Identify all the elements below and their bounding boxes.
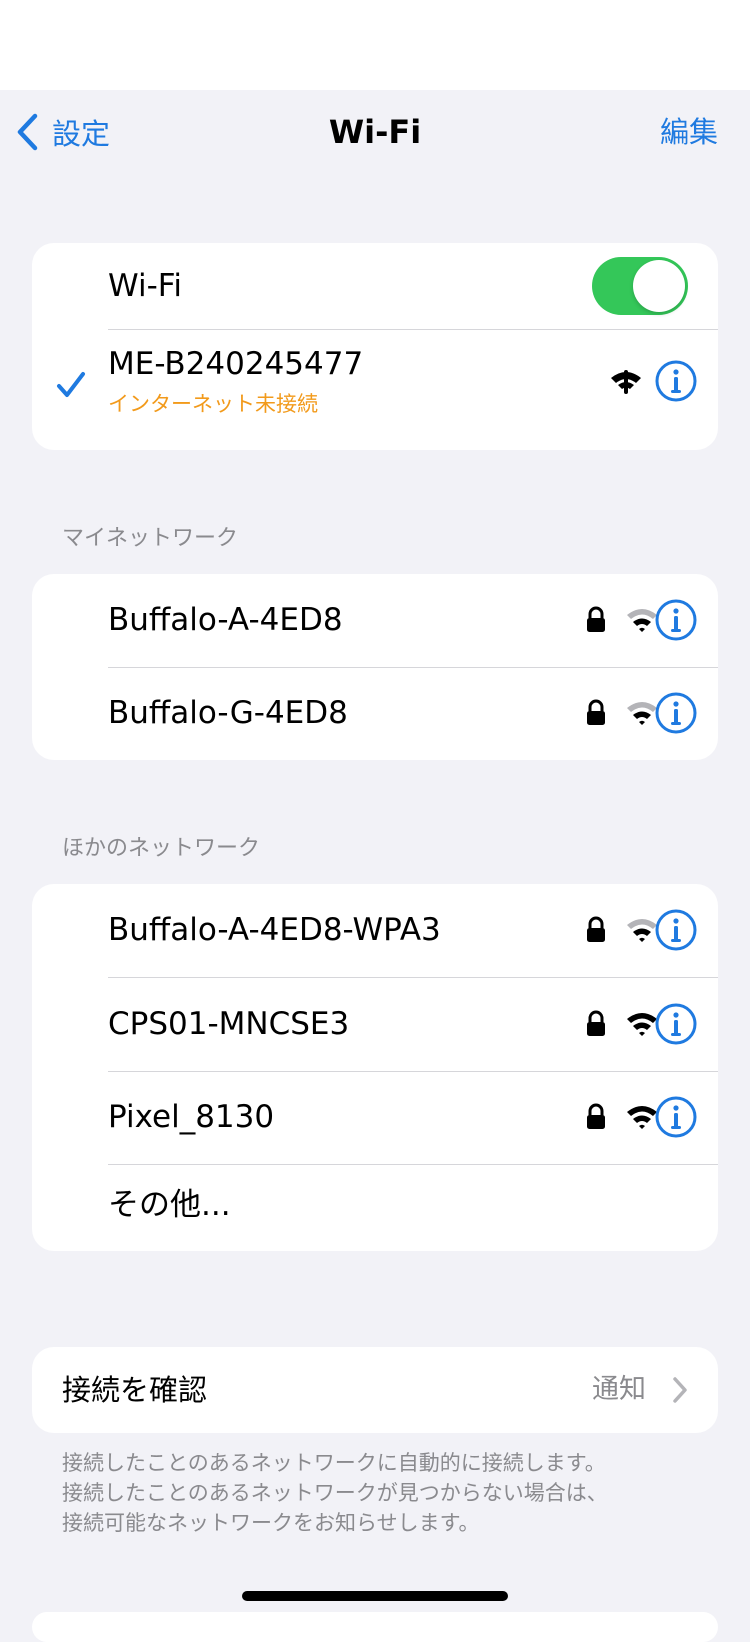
connection-status: インターネット未接続 — [108, 392, 318, 416]
next-group-partial — [32, 1612, 718, 1642]
info-icon[interactable] — [655, 599, 697, 641]
wifi-label: Wi-Fi — [108, 268, 182, 304]
toggle-knob — [633, 260, 685, 312]
wifi-signal-icon — [627, 1013, 657, 1036]
edit-button[interactable]: 編集 — [660, 110, 718, 154]
other-network-label: その他... — [108, 1187, 231, 1223]
lock-icon — [587, 1010, 605, 1036]
wifi-signal-icon — [627, 1106, 657, 1129]
info-icon[interactable] — [655, 360, 697, 402]
network-name: Buffalo-A-4ED8 — [108, 602, 343, 638]
footnote-line: 接続したことのあるネットワークに自動的に接続します。 — [62, 1451, 606, 1475]
wifi-toggle[interactable] — [592, 257, 688, 315]
status-bar — [0, 0, 750, 90]
checkmark-icon — [57, 372, 85, 397]
info-icon[interactable] — [655, 909, 697, 951]
info-icon[interactable] — [655, 1003, 697, 1045]
wifi-toggle-row: Wi-Fi — [32, 243, 718, 329]
wifi-no-internet-icon — [611, 370, 641, 394]
network-row[interactable]: Buffalo-A-4ED8 — [32, 574, 718, 667]
lock-icon — [587, 916, 605, 942]
section-header-my-networks: マイネットワーク — [62, 526, 239, 551]
connected-network-name: ME-B240245477 — [108, 346, 364, 382]
wifi-signal-icon — [627, 919, 657, 942]
lock-icon — [587, 606, 605, 632]
lock-icon — [587, 699, 605, 725]
network-row[interactable]: Pixel_8130 — [32, 1072, 718, 1164]
wifi-signal-icon — [627, 609, 657, 632]
other-network-row[interactable]: その他... — [32, 1165, 718, 1251]
network-name: CPS01-MNCSE3 — [108, 1006, 350, 1042]
other-networks-group: Buffalo-A-4ED8-WPA3 CPS01-MNCSE3 Pixel_8… — [32, 884, 718, 1251]
my-networks-group: Buffalo-A-4ED8 Buffalo-G-4ED8 — [32, 574, 718, 760]
network-name: Pixel_8130 — [108, 1099, 275, 1135]
wifi-signal-icon — [627, 702, 657, 725]
page-title: Wi-Fi — [328, 113, 422, 151]
info-icon[interactable] — [655, 692, 697, 734]
ask-to-join-footnote: 接続したことのあるネットワークに自動的に接続します。 接続したことのあるネットワ… — [62, 1448, 722, 1538]
footnote-line: 接続可能なネットワークをお知らせします。 — [62, 1511, 480, 1535]
ask-to-join-label: 接続を確認 — [62, 1373, 208, 1407]
chevron-right-icon — [673, 1377, 687, 1403]
network-name: Buffalo-A-4ED8-WPA3 — [108, 912, 441, 948]
info-icon[interactable] — [655, 1096, 697, 1138]
footnote-line: 接続したことのあるネットワークが見つからない場合は、 — [62, 1481, 608, 1505]
home-indicator[interactable] — [242, 1591, 508, 1601]
ask-to-join-row[interactable]: 接続を確認 通知 — [32, 1347, 718, 1433]
network-row[interactable]: CPS01-MNCSE3 — [32, 978, 718, 1071]
connected-network-row[interactable]: ME-B240245477 インターネット未接続 — [32, 330, 718, 450]
navigation-bar: 設定 Wi-Fi 編集 — [0, 90, 750, 174]
section-header-other-networks: ほかのネットワーク — [62, 836, 261, 861]
network-row[interactable]: Buffalo-G-4ED8 — [32, 668, 718, 760]
network-row[interactable]: Buffalo-A-4ED8-WPA3 — [32, 884, 718, 977]
network-name: Buffalo-G-4ED8 — [108, 695, 348, 731]
wifi-group: Wi-Fi ME-B240245477 インターネット未接続 — [32, 243, 718, 450]
lock-icon — [587, 1103, 605, 1129]
ask-to-join-group: 接続を確認 通知 — [32, 1347, 718, 1433]
ask-to-join-value: 通知 — [592, 1374, 646, 1405]
